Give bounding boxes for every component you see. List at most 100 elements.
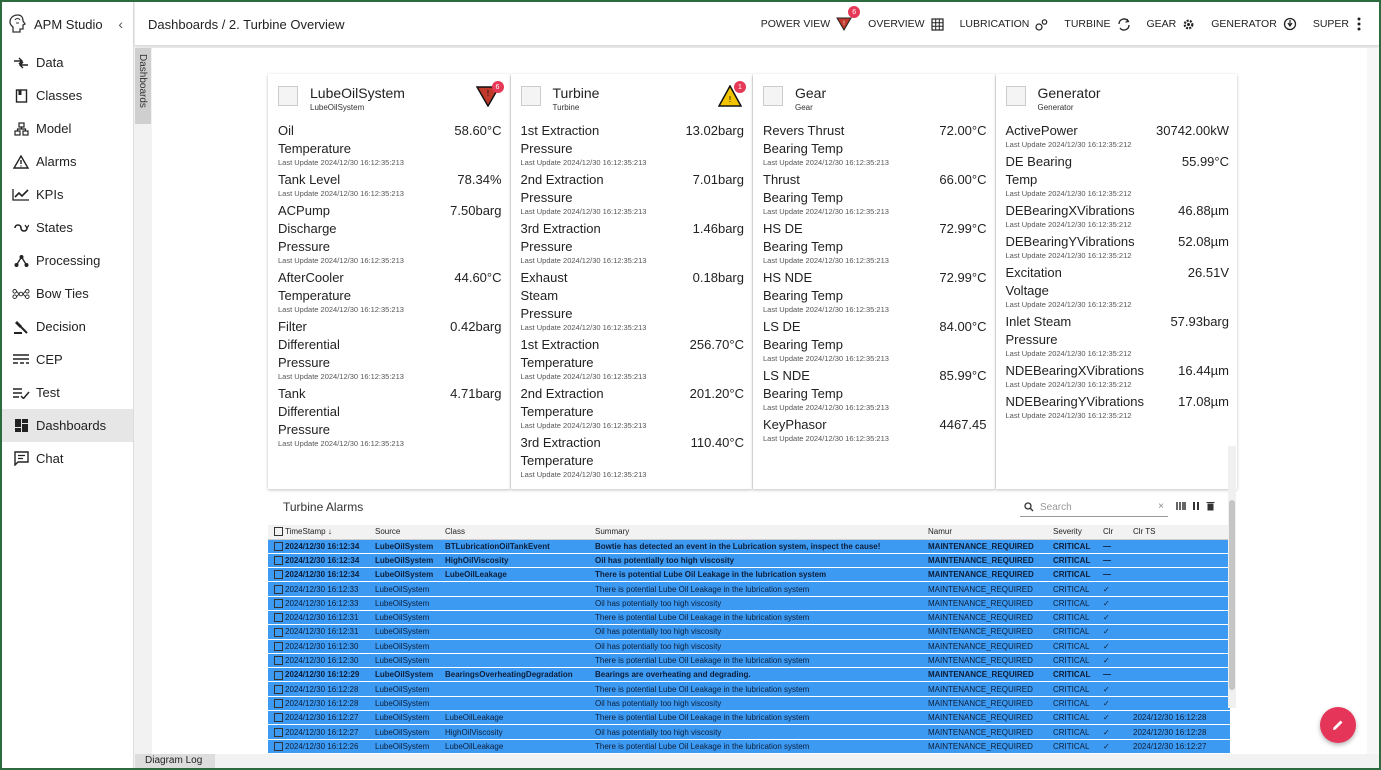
row-select[interactable]	[268, 696, 283, 712]
page-scrollbar[interactable]	[1367, 48, 1379, 754]
sidebar-item-model[interactable]: Model	[2, 112, 133, 145]
clear-search-icon[interactable]: ×	[1158, 501, 1164, 512]
row-checkbox[interactable]	[274, 641, 283, 651]
sidebar-item-classes[interactable]: Classes	[2, 79, 133, 112]
col-clr-ts[interactable]: Clr TS	[1131, 525, 1230, 540]
row-select[interactable]	[268, 624, 283, 640]
col-timestamp[interactable]: TimeStamp ↓	[283, 525, 373, 540]
col-namur[interactable]: Namur	[926, 525, 1051, 540]
row-checkbox[interactable]	[274, 684, 283, 694]
row-checkbox[interactable]	[274, 570, 283, 580]
alarm-row[interactable]: 2024/12/30 16:12:31 LubeOilSystem There is…	[268, 610, 1230, 626]
row-select[interactable]	[268, 553, 283, 569]
dashboards-side-tab[interactable]: Dashboards	[135, 48, 151, 124]
sidebar-item-dashboards[interactable]: Dashboards	[2, 409, 133, 442]
sidebar-item-processing[interactable]: Processing	[2, 244, 133, 277]
delete-icon[interactable]	[1206, 501, 1215, 511]
alarm-row[interactable]: 2024/12/30 16:12:34 LubeOilSystem HighOilV…	[268, 553, 1230, 569]
alarm-row[interactable]: 2024/12/30 16:12:34 LubeOilSystem LubeOilL…	[268, 567, 1230, 583]
asset-card-turbine[interactable]: Turbine Turbine ! 1 1st Extraction Press…	[510, 74, 752, 489]
row-checkbox[interactable]	[274, 556, 283, 566]
row-checkbox[interactable]	[274, 541, 283, 551]
super-link[interactable]: SUPER	[1313, 17, 1363, 31]
alarm-row[interactable]: 2024/12/30 16:12:28 LubeOilSystem There is…	[268, 681, 1230, 697]
card-alarm-indicator[interactable]: ! 6	[475, 81, 504, 108]
alarm-timestamp: 2024/12/30 16:12:33	[283, 581, 373, 597]
row-checkbox[interactable]	[274, 599, 283, 609]
alarm-namur: MAINTENANCE_REQUIRED	[926, 639, 1051, 654]
alarm-row[interactable]: 2024/12/30 16:12:31 LubeOilSystem Oil has …	[268, 624, 1230, 640]
alarm-summary: Oil has potentially too high viscosity	[593, 696, 926, 712]
col-class[interactable]: Class	[443, 525, 593, 540]
row-select[interactable]	[268, 724, 283, 740]
alarm-row[interactable]: 2024/12/30 16:12:34 LubeOilSystem BTLubric…	[268, 539, 1230, 554]
alarm-row[interactable]: 2024/12/30 16:12:30 LubeOilSystem Oil has …	[268, 639, 1230, 654]
gear-link[interactable]: GEAR	[1147, 18, 1196, 31]
sidebar-item-decision[interactable]: Decision	[2, 310, 133, 343]
pause-icon[interactable]	[1192, 501, 1200, 511]
alarms-title: Turbine Alarms	[283, 500, 364, 514]
alarm-cleared-ts	[1131, 581, 1230, 597]
select-all-header[interactable]	[268, 525, 283, 540]
alarm-row[interactable]: 2024/12/30 16:12:27 LubeOilSystem LubeOilL…	[268, 710, 1230, 726]
sidebar-item-data[interactable]: Data	[2, 46, 133, 79]
row-checkbox[interactable]	[274, 699, 283, 709]
row-checkbox[interactable]	[274, 627, 283, 637]
row-checkbox[interactable]	[274, 584, 283, 594]
col-summary[interactable]: Summary	[593, 525, 926, 540]
row-checkbox[interactable]	[274, 742, 283, 751]
edit-fab-button[interactable]	[1320, 707, 1356, 743]
alarm-row[interactable]: 2024/12/30 16:12:33 LubeOilSystem There is…	[268, 581, 1230, 597]
col-clr[interactable]: Clr	[1101, 525, 1131, 540]
asset-card-gear[interactable]: Gear Gear Revers Thrust Bearing Temp 72.…	[753, 74, 995, 489]
columns-icon[interactable]	[1176, 501, 1186, 511]
row-select[interactable]	[268, 581, 283, 597]
sidebar-item-states[interactable]: States	[2, 211, 133, 244]
overview-link[interactable]: OVERVIEW	[868, 17, 944, 31]
lubrication-link[interactable]: LUBRICATION	[960, 18, 1049, 31]
alarm-summary: Oil has potentially too high viscosity	[593, 639, 926, 654]
alarm-search[interactable]: Search ×	[1020, 499, 1168, 517]
row-select[interactable]	[268, 610, 283, 626]
more-vert-icon[interactable]	[1355, 17, 1363, 31]
row-select[interactable]	[268, 596, 283, 611]
row-select[interactable]	[268, 681, 283, 697]
collapse-sidebar-icon[interactable]: ‹	[118, 16, 123, 32]
sidebar-item-cep[interactable]: CEP	[2, 343, 133, 376]
row-select[interactable]	[268, 539, 283, 554]
alarm-row[interactable]: 2024/12/30 16:12:30 LubeOilSystem There is…	[268, 653, 1230, 669]
search-input[interactable]: Search	[1040, 502, 1072, 513]
alarm-row[interactable]: 2024/12/30 16:12:33 LubeOilSystem Oil has …	[268, 596, 1230, 611]
sidebar-item-kpis[interactable]: KPIs	[2, 178, 133, 211]
sidebar-item-bow-ties[interactable]: Bow Ties	[2, 277, 133, 310]
sidebar-item-chat[interactable]: Chat	[2, 442, 133, 475]
row-select[interactable]	[268, 739, 283, 754]
row-select[interactable]	[268, 653, 283, 669]
row-select[interactable]	[268, 567, 283, 583]
select-all-checkbox[interactable]	[274, 527, 283, 537]
alarm-row[interactable]: 2024/12/30 16:12:27 LubeOilSystem HighOilV…	[268, 724, 1230, 740]
row-checkbox[interactable]	[274, 656, 283, 666]
sidebar-item-test[interactable]: Test	[2, 376, 133, 409]
row-select[interactable]	[268, 710, 283, 726]
power-view-link[interactable]: POWER VIEW ! 6	[761, 6, 861, 31]
asset-card-generator[interactable]: Generator Generator ActivePower 30742.00…	[995, 74, 1237, 489]
generator-link[interactable]: GENERATOR	[1211, 17, 1297, 31]
col-source[interactable]: Source	[373, 525, 443, 540]
sidebar-item-alarms[interactable]: Alarms	[2, 145, 133, 178]
asset-card-lubeoilsystem[interactable]: LubeOilSystem LubeOilSystem ! 6 Oil Temp…	[268, 74, 510, 489]
alarm-row[interactable]: 2024/12/30 16:12:29 LubeOilSystem Bearings…	[268, 667, 1230, 683]
row-checkbox[interactable]	[274, 613, 283, 623]
row-checkbox[interactable]	[274, 727, 283, 737]
diagram-log-tab[interactable]: Diagram Log	[135, 754, 215, 768]
card-alarm-indicator[interactable]: ! 1	[717, 81, 746, 107]
row-select[interactable]	[268, 639, 283, 654]
alarm-row[interactable]: 2024/12/30 16:12:26 LubeOilSystem LubeOilL…	[268, 739, 1230, 754]
row-checkbox[interactable]	[274, 670, 283, 680]
turbine-link[interactable]: TURBINE	[1064, 17, 1130, 31]
alarm-row[interactable]: 2024/12/30 16:12:28 LubeOilSystem Oil has …	[268, 696, 1230, 712]
alarms-scroll-thumb[interactable]	[1229, 500, 1235, 690]
col-severity[interactable]: Severity	[1051, 525, 1101, 540]
row-checkbox[interactable]	[274, 713, 283, 723]
row-select[interactable]	[268, 667, 283, 683]
